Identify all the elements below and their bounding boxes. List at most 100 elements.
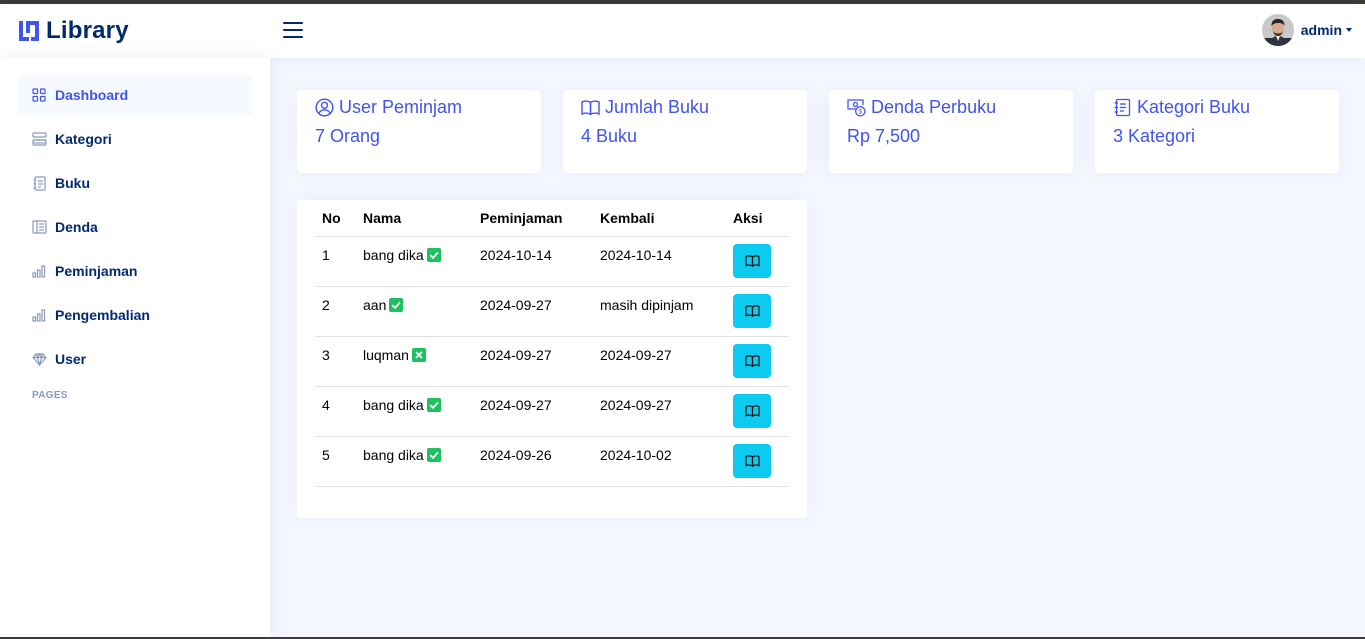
card-title-text: Denda Perbuku xyxy=(871,97,997,117)
card-title: $ Denda Perbuku xyxy=(847,97,996,118)
cell-kembali: 2024-10-02 xyxy=(593,436,726,487)
column-header-no: No xyxy=(315,200,356,237)
view-book-button[interactable] xyxy=(733,293,771,328)
column-header-aksi: Aksi xyxy=(726,200,789,237)
cell-kembali: 2024-09-27 xyxy=(593,386,726,437)
grid-icon xyxy=(31,87,47,103)
column-header-peminjaman: Peminjaman xyxy=(473,200,593,237)
cell-no: 4 xyxy=(315,386,356,437)
cell-nama: bang dika xyxy=(356,386,473,437)
book-icon xyxy=(581,98,600,117)
sidebar-item-label: Pengembalian xyxy=(55,307,150,323)
gem-icon xyxy=(31,351,47,367)
sidebar-item-buku[interactable]: Buku xyxy=(18,163,252,203)
table-row: 5 bang dika 2024-09-26 2024-10-02 xyxy=(315,436,789,487)
card-title: Jumlah Buku xyxy=(581,97,709,118)
journal-text-icon xyxy=(31,175,47,191)
loans-table-card: No Nama Peminjaman Kembali Aksi 1 bang d… xyxy=(297,200,807,518)
book-icon xyxy=(744,304,760,317)
header: Library admin xyxy=(0,4,1365,58)
cell-aksi xyxy=(726,286,789,337)
logo[interactable]: Library xyxy=(17,17,129,45)
svg-text:$: $ xyxy=(858,109,862,116)
column-header-kembali: Kembali xyxy=(593,200,726,237)
view-book-button[interactable] xyxy=(733,393,771,428)
card-value: 4 Buku xyxy=(581,126,638,146)
person-circle-icon xyxy=(315,98,334,117)
book-icon xyxy=(744,454,760,467)
view-book-button[interactable] xyxy=(733,343,771,378)
sidebar-section-heading: PAGES xyxy=(32,390,68,401)
app-title: Library xyxy=(46,17,129,44)
cell-kembali: masih dipinjam xyxy=(593,286,726,337)
table-header-row: No Nama Peminjaman Kembali Aksi xyxy=(315,200,789,237)
view-book-button[interactable] xyxy=(733,243,771,278)
borrower-name: bang dika xyxy=(363,246,424,263)
toggle-sidebar-button[interactable] xyxy=(282,20,304,45)
sidebar-item-pengembalian[interactable]: Pengembalian xyxy=(18,295,252,335)
cell-no: 5 xyxy=(315,436,356,487)
sidebar-item-label: User xyxy=(55,351,87,367)
stat-card-kategori-buku: Kategori Buku 3 Kategori xyxy=(1095,90,1339,173)
borrower-name: bang dika xyxy=(363,446,424,463)
profile-name: admin xyxy=(1300,22,1342,38)
cell-peminjaman: 2024-10-14 xyxy=(473,236,593,287)
x-square-icon xyxy=(411,347,426,362)
table-row: 1 bang dika 2024-10-14 2024-10-14 xyxy=(315,236,789,287)
cell-peminjaman: 2024-09-27 xyxy=(473,386,593,437)
sidebar-item-label: Kategori xyxy=(55,131,112,147)
bar-chart-icon xyxy=(31,307,47,323)
cell-peminjaman: 2024-09-27 xyxy=(473,286,593,337)
check-square-icon xyxy=(426,447,441,462)
view-book-button[interactable] xyxy=(733,443,771,478)
table-row: 3 luqman 2024-09-27 2024-09-27 xyxy=(315,336,789,387)
borrower-name: aan xyxy=(363,296,387,313)
sidebar-item-dashboard[interactable]: Dashboard xyxy=(18,75,252,115)
profile-dropdown[interactable]: admin xyxy=(1261,14,1352,46)
card-value: 7 Orang xyxy=(315,126,381,146)
library-logo-icon xyxy=(17,19,41,43)
cell-aksi xyxy=(726,236,789,287)
sidebar-item-kategori[interactable]: Kategori xyxy=(18,119,252,159)
card-title: Kategori Buku xyxy=(1113,97,1250,118)
card-value: Rp 7,500 xyxy=(847,126,921,146)
avatar xyxy=(1261,14,1294,46)
cell-nama: luqman xyxy=(356,336,473,387)
cell-aksi xyxy=(726,386,789,437)
sidebar-item-user[interactable]: User xyxy=(18,339,252,379)
stat-card-jumlah-buku: Jumlah Buku 4 Buku xyxy=(563,90,807,173)
cell-nama: bang dika xyxy=(356,236,473,287)
cell-kembali: 2024-09-27 xyxy=(593,336,726,387)
book-icon xyxy=(744,404,760,417)
sidebar-item-denda[interactable]: Denda xyxy=(18,207,252,247)
check-square-icon xyxy=(426,247,441,262)
cash-coin-icon: $ xyxy=(847,98,866,117)
cell-aksi xyxy=(726,436,789,487)
borrower-name: luqman xyxy=(363,346,409,363)
journal-icon xyxy=(1113,98,1132,117)
book-icon xyxy=(744,254,760,267)
sidebar-item-label: Buku xyxy=(55,175,90,191)
cell-no: 2 xyxy=(315,286,356,337)
sidebar-item-label: Dashboard xyxy=(55,87,129,103)
column-header-nama: Nama xyxy=(356,200,473,237)
sidebar-item-peminjaman[interactable]: Peminjaman xyxy=(18,251,252,291)
card-title-text: Jumlah Buku xyxy=(605,97,710,117)
borrower-name: bang dika xyxy=(363,396,424,413)
sidebar-item-label: Denda xyxy=(55,219,98,235)
loans-table: No Nama Peminjaman Kembali Aksi 1 bang d… xyxy=(315,200,789,487)
bar-chart-icon xyxy=(31,263,47,279)
check-square-icon xyxy=(426,397,441,412)
card-title-text: Kategori Buku xyxy=(1137,97,1251,117)
cell-nama: aan xyxy=(356,286,473,337)
stat-card-user-peminjam: User Peminjam 7 Orang xyxy=(297,90,541,173)
check-square-icon xyxy=(389,297,404,312)
list-icon xyxy=(283,22,303,38)
sidebar-item-label: Peminjaman xyxy=(55,263,138,279)
cell-nama: bang dika xyxy=(356,436,473,487)
stat-card-denda-perbuku: $ Denda Perbuku Rp 7,500 xyxy=(829,90,1073,173)
book-icon xyxy=(744,354,760,367)
caret-down-icon xyxy=(1346,28,1352,32)
sidebar: Dashboard Kategori Buku Denda Peminjaman… xyxy=(0,58,270,639)
cell-peminjaman: 2024-09-26 xyxy=(473,436,593,487)
